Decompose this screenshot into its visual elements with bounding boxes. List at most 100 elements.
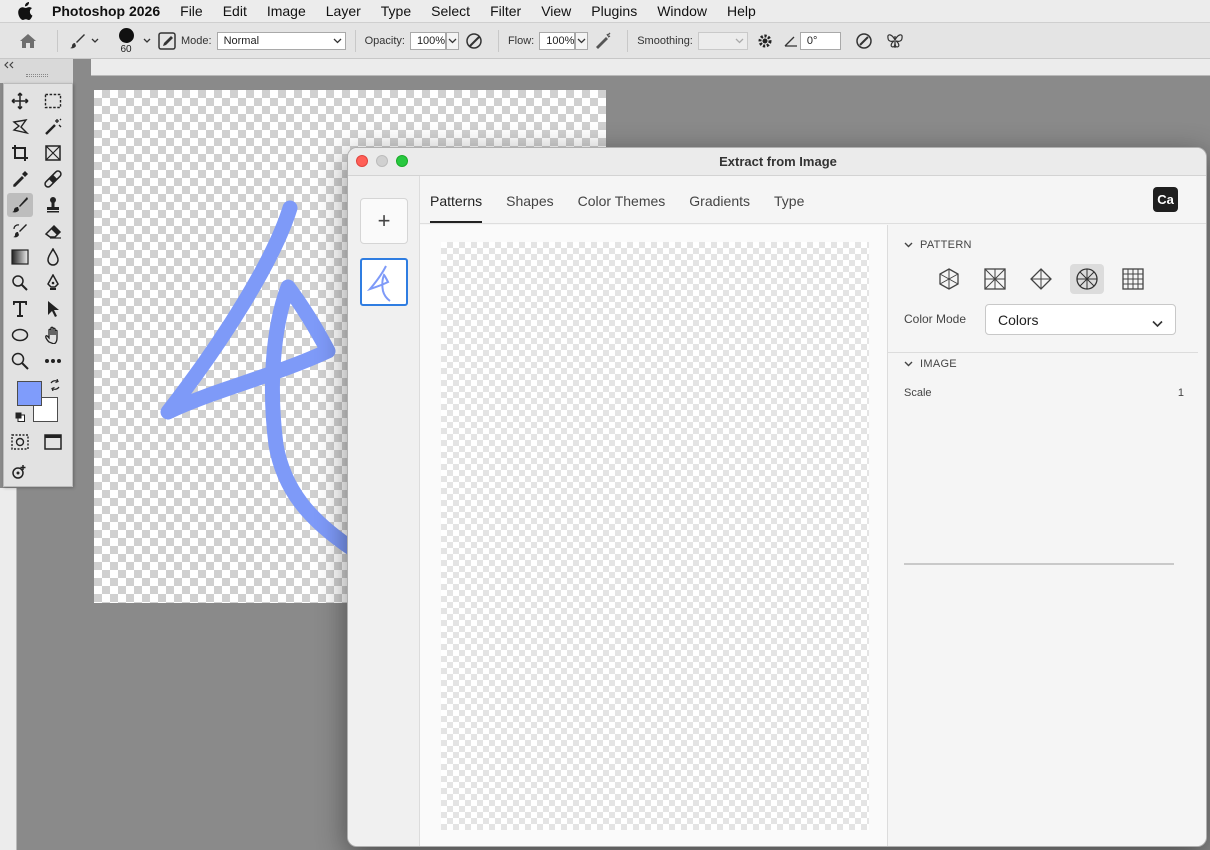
chevron-down-icon[interactable] (141, 38, 153, 44)
more-tools-icon[interactable] (40, 349, 66, 373)
toolbar-header[interactable] (0, 59, 73, 83)
path-selection-icon[interactable] (40, 297, 66, 321)
hexagon-pattern-icon[interactable] (932, 264, 966, 294)
pressure-size-icon[interactable] (845, 32, 883, 50)
opacity-label: Opacity: (364, 34, 405, 47)
pattern-section-title: PATTERN (920, 239, 972, 251)
dodge-tool-icon[interactable] (7, 271, 33, 295)
add-image-button[interactable]: + (360, 198, 408, 244)
chevron-down-icon (333, 36, 342, 48)
menu-type[interactable]: Type (381, 3, 411, 19)
brush-size-picker[interactable]: 60 (111, 24, 141, 58)
mode-select[interactable]: Normal (216, 31, 346, 50)
menu-layer[interactable]: Layer (326, 3, 361, 19)
menu-view[interactable]: View (541, 3, 571, 19)
diamond-pattern-icon[interactable] (1024, 264, 1058, 294)
lasso-tool-icon[interactable] (7, 115, 33, 139)
frame-tool-icon[interactable] (40, 141, 66, 165)
smoothing-input[interactable] (697, 31, 748, 50)
symmetry-butterfly-icon[interactable] (883, 32, 907, 50)
smoothing-label: Smoothing: (637, 34, 693, 47)
type-tool-icon[interactable] (7, 297, 33, 321)
angle-icon (782, 35, 800, 47)
settings-panel: PATTERN Color Mode Colors IMAGE Scale 1 (887, 225, 1206, 846)
grip-icon[interactable] (26, 74, 48, 77)
menu-image[interactable]: Image (267, 3, 306, 19)
airbrush-icon[interactable] (588, 32, 618, 50)
brush-preset-icon[interactable] (67, 32, 89, 50)
gear-icon[interactable] (748, 33, 782, 49)
source-image-thumbnail[interactable] (360, 258, 408, 306)
menu-file[interactable]: File (180, 3, 203, 19)
chevron-down-icon (904, 358, 913, 370)
image-section-header[interactable]: IMAGE (904, 358, 957, 370)
quick-mask-icon[interactable] (7, 430, 33, 454)
menu-help[interactable]: Help (727, 3, 756, 19)
hand-tool-icon[interactable] (40, 323, 66, 347)
magic-wand-icon[interactable] (40, 115, 66, 139)
grid-pattern-icon[interactable] (1116, 264, 1150, 294)
history-brush-icon[interactable] (7, 219, 33, 243)
menu-edit[interactable]: Edit (223, 3, 247, 19)
chevron-down-icon (735, 36, 744, 48)
separator (497, 29, 499, 52)
opacity-dropdown[interactable] (445, 31, 459, 50)
opacity-input[interactable]: 100% (409, 31, 446, 50)
radial-pattern-icon[interactable] (1070, 264, 1104, 294)
menu-plugins[interactable]: Plugins (591, 3, 637, 19)
dialog-titlebar: Extract from Image (348, 148, 1206, 176)
tab-shapes[interactable]: Shapes (506, 193, 553, 223)
crop-tool-icon[interactable] (7, 141, 33, 165)
foreground-color-swatch[interactable] (17, 381, 42, 406)
pressure-opacity-icon[interactable] (459, 32, 489, 50)
menu-select[interactable]: Select (431, 3, 470, 19)
color-mode-select[interactable]: Colors (985, 304, 1176, 335)
brush-size-value: 60 (120, 43, 132, 55)
flow-dropdown[interactable] (575, 31, 589, 50)
angle-input[interactable]: 0° (799, 31, 841, 50)
brush-settings-icon[interactable] (153, 31, 181, 50)
healing-brush-icon[interactable] (40, 167, 66, 191)
menu-app-name[interactable]: Photoshop 2026 (52, 3, 160, 19)
chevron-down-icon (904, 239, 913, 251)
zoom-tool-icon[interactable] (7, 349, 33, 373)
home-icon[interactable] (8, 33, 48, 49)
eyedropper-tool-icon[interactable] (7, 167, 33, 191)
capture-app-badge: Ca (1153, 187, 1178, 212)
source-images-sidebar: + (348, 176, 420, 846)
edit-toolbar-icon[interactable] (7, 460, 33, 484)
clone-stamp-icon[interactable] (40, 193, 66, 217)
pattern-type-options (932, 264, 1162, 294)
menu-window[interactable]: Window (657, 3, 707, 19)
swap-colors-icon[interactable] (49, 378, 61, 394)
menu-bar: Photoshop 2026 File Edit Image Layer Typ… (0, 0, 1210, 23)
pen-tool-icon[interactable] (40, 271, 66, 295)
dialog-title: Extract from Image (719, 154, 837, 169)
gradient-tool-icon[interactable] (7, 245, 33, 269)
brush-tool-icon[interactable] (7, 193, 33, 217)
menu-filter[interactable]: Filter (490, 3, 521, 19)
separator (57, 29, 58, 52)
chevron-down-icon[interactable] (89, 38, 101, 44)
tab-patterns[interactable]: Patterns (430, 193, 483, 223)
square-grid-pattern-icon[interactable] (978, 264, 1012, 294)
default-colors-icon[interactable] (15, 411, 25, 425)
color-mode-label: Color Mode (904, 312, 967, 326)
brush-tip-icon (118, 27, 134, 43)
marquee-tool-icon[interactable] (40, 89, 66, 113)
screen-mode-icon[interactable] (40, 430, 66, 454)
thumbnail-stroke (366, 265, 391, 302)
options-bar: 60 Mode: Normal Opacity: 100% Flow: 100%… (0, 23, 1210, 59)
flow-input[interactable]: 100% (539, 31, 576, 50)
apple-icon[interactable] (18, 1, 38, 21)
eraser-tool-icon[interactable] (40, 219, 66, 243)
blur-tool-icon[interactable] (40, 245, 66, 269)
tab-gradients[interactable]: Gradients (689, 193, 750, 223)
move-tool-icon[interactable] (7, 89, 33, 113)
tab-color-themes[interactable]: Color Themes (578, 193, 666, 223)
tab-bar: Patterns Shapes Color Themes Gradients T… (420, 176, 1206, 224)
ellipse-tool-icon[interactable] (7, 323, 33, 347)
pattern-section-header[interactable]: PATTERN (904, 239, 972, 251)
image-section-title: IMAGE (920, 358, 957, 370)
tab-type[interactable]: Type (774, 193, 804, 223)
